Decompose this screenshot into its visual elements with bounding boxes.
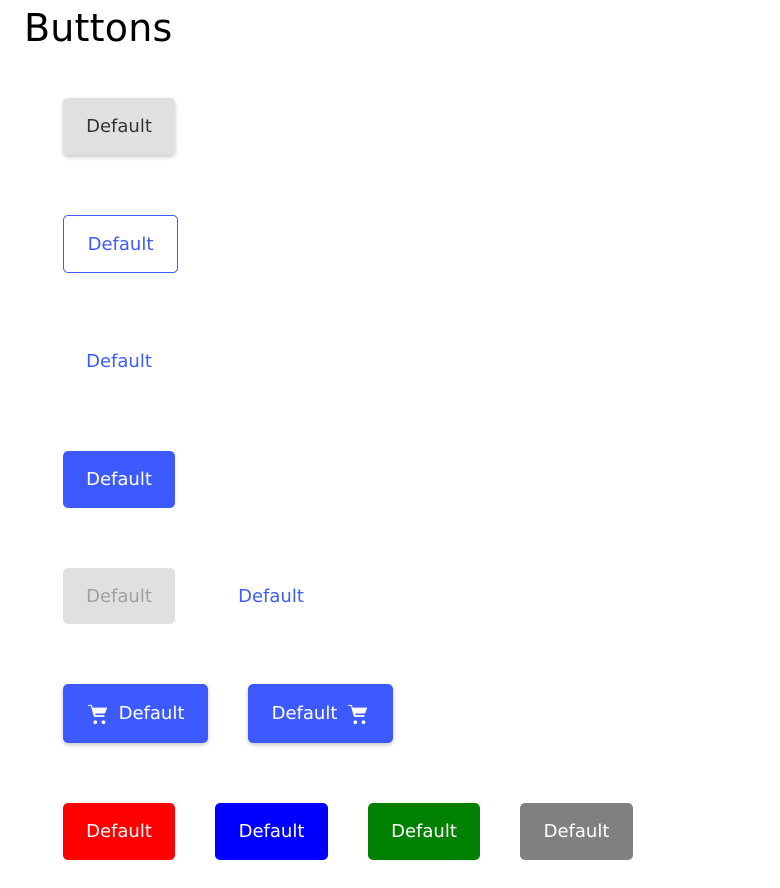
cart-start-icon-button[interactable]: Default (63, 684, 208, 743)
green-button[interactable]: Default (368, 803, 480, 860)
shopping-cart-icon (87, 703, 109, 725)
disabled-button: Default (63, 568, 175, 624)
text-link-button[interactable]: Default (215, 568, 327, 624)
shopping-cart-icon (347, 703, 369, 725)
default-button[interactable]: Default (63, 98, 175, 155)
text-button[interactable]: Default (63, 333, 175, 390)
red-button[interactable]: Default (63, 803, 175, 860)
cart-end-icon-button[interactable]: Default (248, 684, 393, 743)
outlined-button[interactable]: Default (63, 215, 178, 273)
cart-start-button-label: Default (118, 703, 185, 724)
blue-button[interactable]: Default (215, 803, 328, 860)
page-title: Buttons (24, 6, 173, 50)
gray-button[interactable]: Default (520, 803, 633, 860)
cart-end-button-label: Default (271, 703, 338, 724)
primary-button[interactable]: Default (63, 451, 175, 508)
